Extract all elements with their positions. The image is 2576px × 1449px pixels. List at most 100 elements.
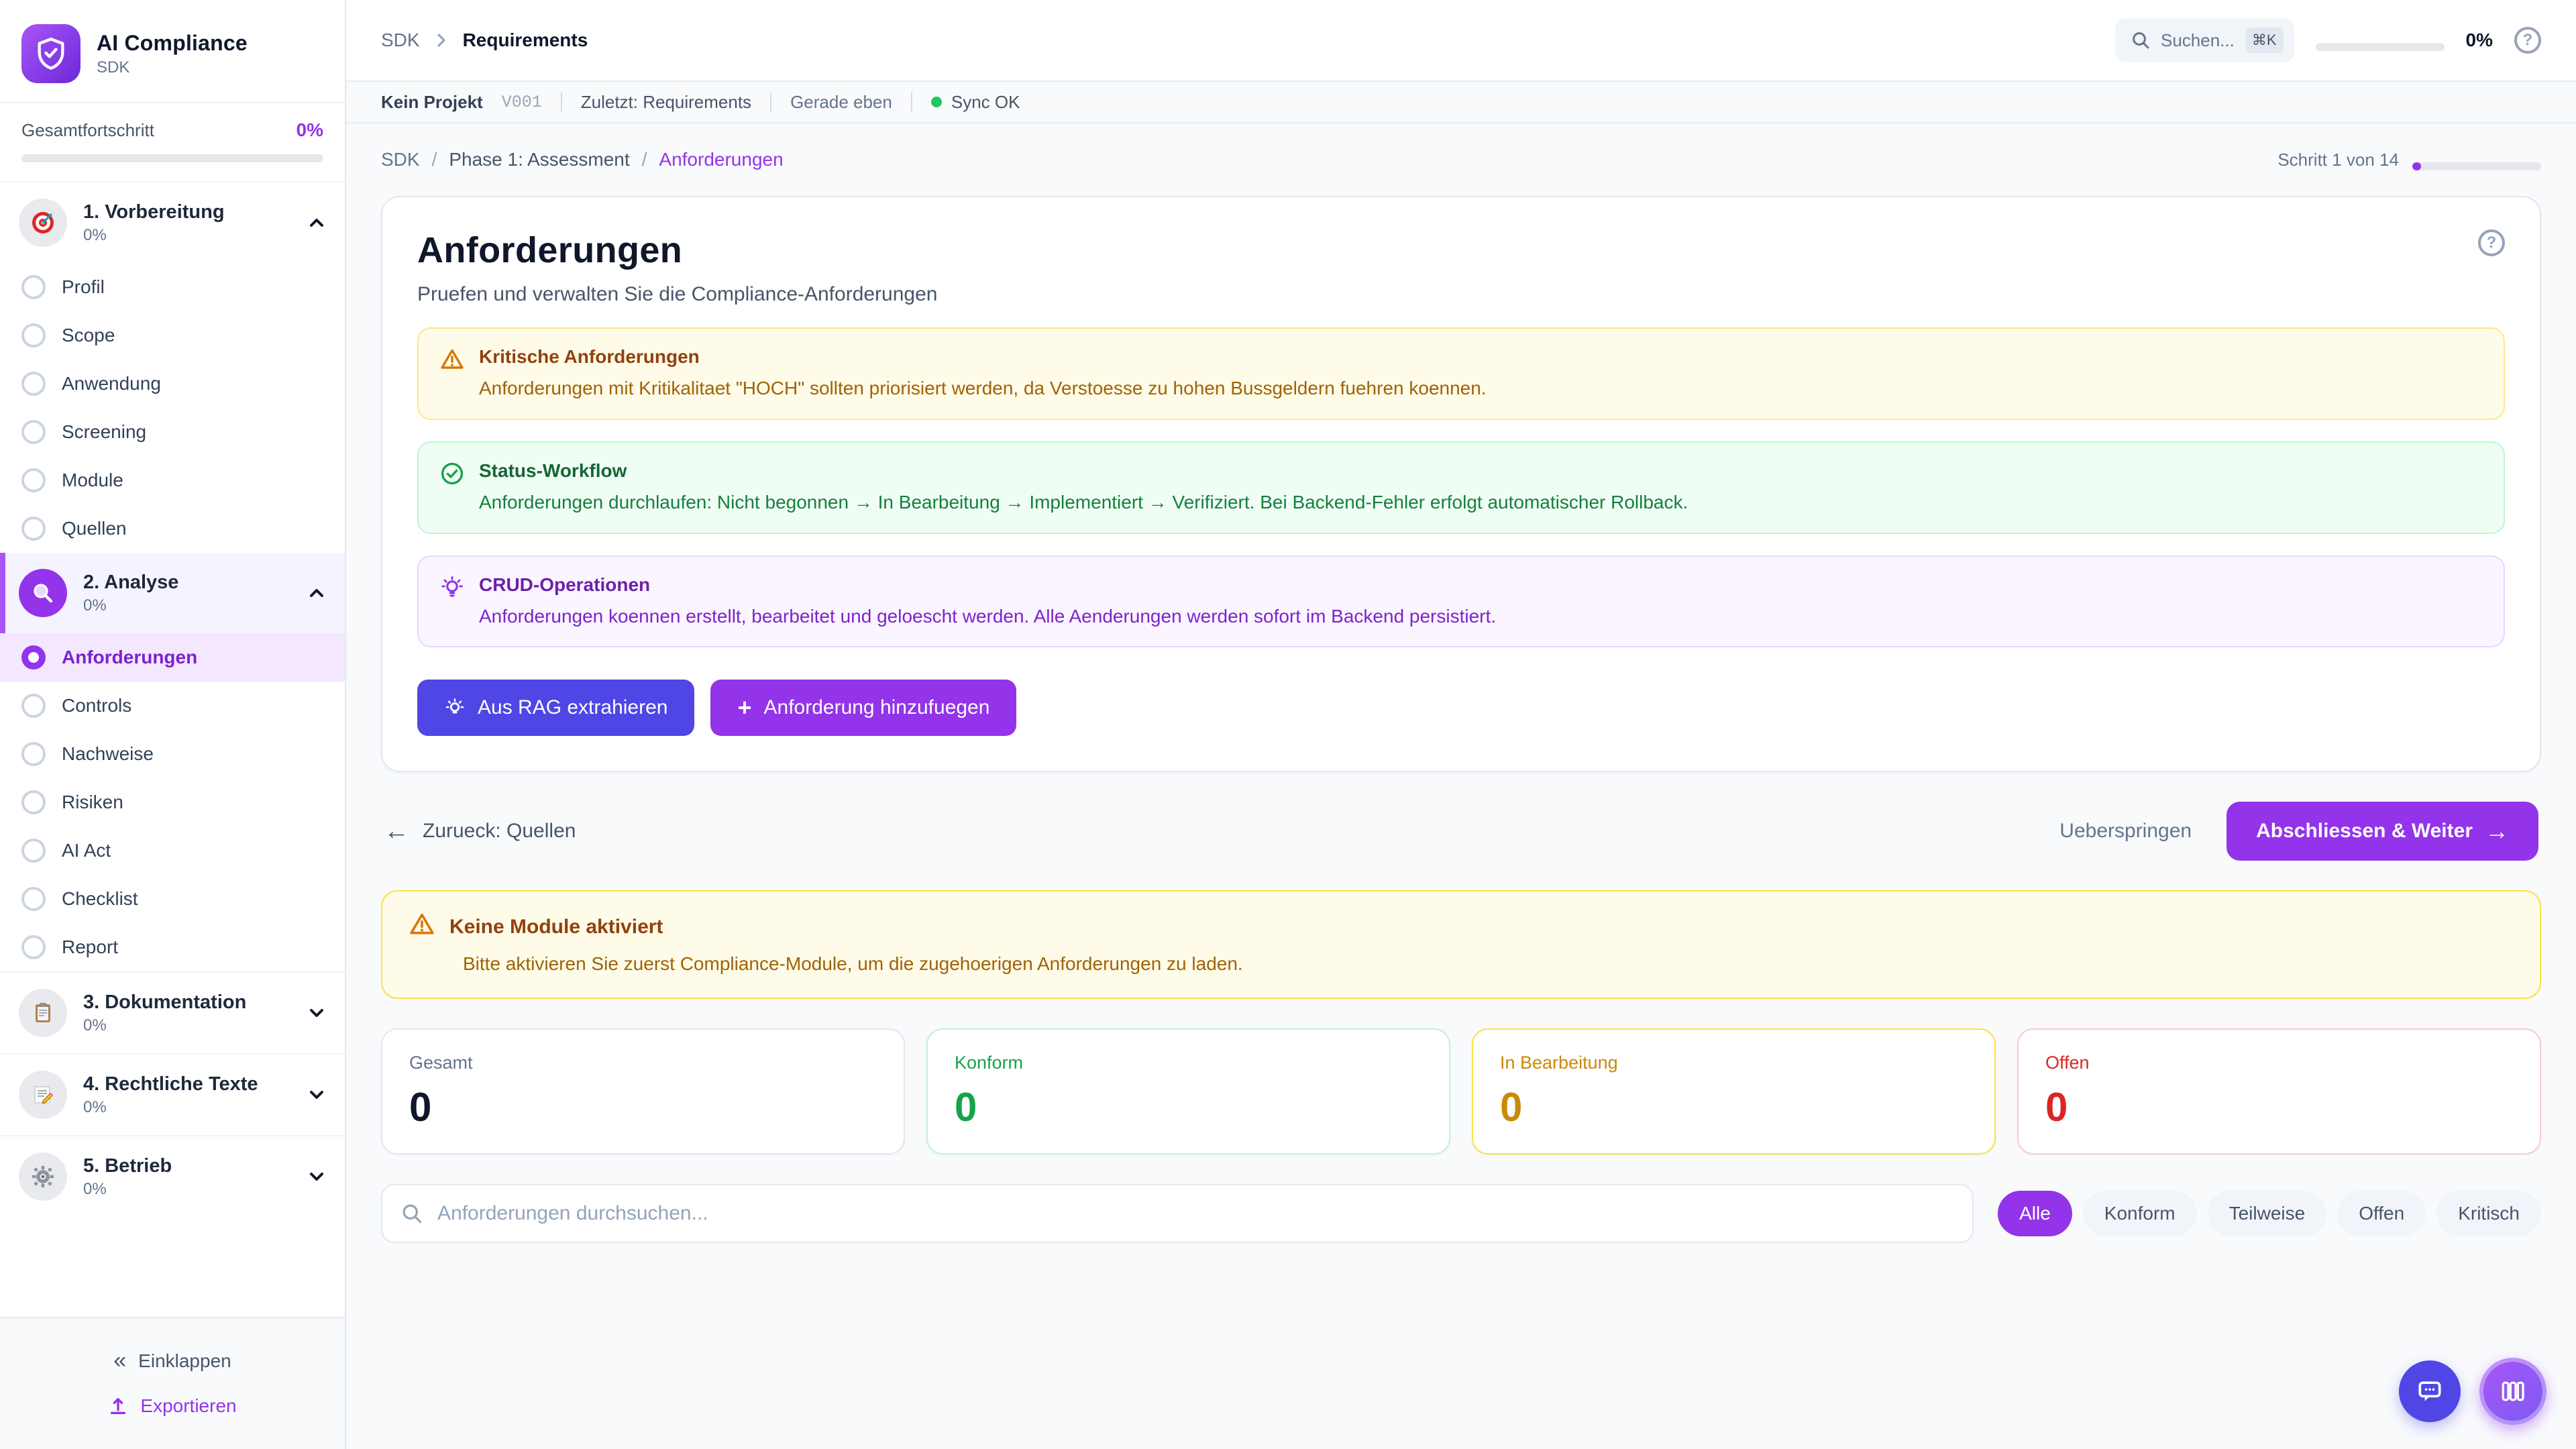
breadcrumb-current: Requirements xyxy=(463,30,588,51)
overall-progress-bar xyxy=(21,154,323,162)
crud-operations-infobox: CRUD-Operationen Anforderungen koennen e… xyxy=(417,555,2505,648)
requirements-search[interactable] xyxy=(381,1184,1974,1243)
shield-check-icon xyxy=(34,36,68,71)
crumb-sdk[interactable]: SDK xyxy=(381,149,420,170)
chevron-right-icon xyxy=(433,32,449,48)
sidebar-item-scope[interactable]: Scope xyxy=(0,311,345,360)
breadcrumb-root[interactable]: SDK xyxy=(381,30,420,51)
sidebar-item-risiken[interactable]: Risiken xyxy=(0,778,345,826)
sidebar-item-module[interactable]: Module xyxy=(0,456,345,504)
stats-grid: Gesamt 0 Konform 0 In Bearbeitung 0 Offe… xyxy=(381,1028,2541,1155)
card-help-icon[interactable]: ? xyxy=(2478,229,2505,256)
sidebar-item-anwendung[interactable]: Anwendung xyxy=(0,360,345,408)
stat-card-konform: Konform 0 xyxy=(926,1028,1450,1155)
chevron-up-icon xyxy=(307,213,326,232)
filter-chip-alle[interactable]: Alle xyxy=(1998,1191,2072,1236)
main-area: SDK Requirements Suchen... ⌘K 0% ? Kein … xyxy=(346,0,2576,1449)
crumb-phase[interactable]: Phase 1: Assessment xyxy=(449,149,629,170)
app-root: AI Compliance SDK Gesamtfortschritt 0% xyxy=(0,0,2576,1449)
status-bar: Kein Projekt V001 Zuletzt: Requirements … xyxy=(346,80,2576,123)
overall-progress-label: Gesamtfortschritt xyxy=(21,120,154,141)
columns-icon xyxy=(2498,1377,2528,1406)
chevron-up-icon xyxy=(307,584,326,602)
page-title: Anforderungen xyxy=(417,229,937,271)
step-progress-bar xyxy=(2412,162,2541,170)
status-workflow-infobox: Status-Workflow Anforderungen durchlaufe… xyxy=(417,441,2505,534)
page-content: Anforderungen Pruefen und verwalten Sie … xyxy=(346,196,2576,1449)
requirements-search-input[interactable] xyxy=(437,1202,1953,1225)
radio-icon xyxy=(21,372,46,396)
radio-icon xyxy=(21,420,46,444)
stat-card-gesamt: Gesamt 0 xyxy=(381,1028,905,1155)
page-bar: SDK / Phase 1: Assessment / Anforderunge… xyxy=(346,123,2576,196)
keyboard-shortcut-badge: ⌘K xyxy=(2245,28,2284,53)
sidebar-section-betrieb[interactable]: 5. Betrieb 0% xyxy=(0,1136,345,1217)
warning-title: Keine Module aktiviert xyxy=(449,916,663,938)
sidebar-item-checklist[interactable]: Checklist xyxy=(0,875,345,923)
stat-value: 0 xyxy=(955,1084,1422,1130)
version-badge: V001 xyxy=(502,93,542,112)
sidebar-item-anforderungen[interactable]: Anforderungen xyxy=(0,633,345,682)
plus-icon: + xyxy=(737,696,751,720)
extract-from-rag-button[interactable]: Aus RAG extrahieren xyxy=(417,680,694,736)
chat-bubble-icon xyxy=(2415,1377,2445,1406)
infobox-title: Kritische Anforderungen xyxy=(479,346,1487,368)
skip-button[interactable]: Ueberspringen xyxy=(2059,820,2192,843)
filter-chip-kritisch[interactable]: Kritisch xyxy=(2436,1191,2541,1236)
export-button[interactable]: Exportieren xyxy=(0,1385,345,1428)
top-bar: SDK Requirements Suchen... ⌘K 0% ? xyxy=(346,0,2576,80)
radio-icon xyxy=(21,323,46,347)
board-view-button[interactable] xyxy=(2479,1358,2546,1425)
critical-requirements-infobox: Kritische Anforderungen Anforderungen mi… xyxy=(417,327,2505,420)
global-search[interactable]: Suchen... ⌘K xyxy=(2115,18,2294,62)
help-icon[interactable]: ? xyxy=(2514,27,2541,54)
filter-chip-offen[interactable]: Offen xyxy=(2337,1191,2426,1236)
infobox-body: Anforderungen koennen erstellt, bearbeit… xyxy=(479,604,1496,629)
sidebar-section-vorbereitung[interactable]: 1. Vorbereitung 0% xyxy=(0,182,345,263)
sidebar-item-screening[interactable]: Screening xyxy=(0,408,345,456)
radio-icon xyxy=(21,694,46,718)
finish-and-next-button[interactable]: Abschliessen & Weiter → xyxy=(2226,802,2538,861)
stat-label: In Bearbeitung xyxy=(1500,1053,1968,1073)
filter-chip-teilweise[interactable]: Teilweise xyxy=(2208,1191,2327,1236)
section-label: 5. Betrieb xyxy=(83,1155,291,1177)
sidebar-item-ai-act[interactable]: AI Act xyxy=(0,826,345,875)
infobox-title: Status-Workflow xyxy=(479,460,1688,482)
warning-triangle-icon xyxy=(440,347,464,401)
sidebar-item-nachweise[interactable]: Nachweise xyxy=(0,730,345,778)
phase-breadcrumb: SDK / Phase 1: Assessment / Anforderunge… xyxy=(381,149,784,170)
filter-chip-konform[interactable]: Konform xyxy=(2083,1191,2197,1236)
radio-selected-icon xyxy=(21,645,46,669)
section-percent: 0% xyxy=(83,1098,291,1117)
chat-assistant-button[interactable] xyxy=(2399,1360,2461,1422)
sync-ok-dot-icon xyxy=(931,97,942,107)
sidebar-item-quellen[interactable]: Quellen xyxy=(0,504,345,553)
sidebar-section-rechtliche-texte[interactable]: 4. Rechtliche Texte 0% xyxy=(0,1055,345,1135)
stat-label: Gesamt xyxy=(409,1053,877,1073)
section-percent: 0% xyxy=(83,226,291,245)
sidebar-item-controls[interactable]: Controls xyxy=(0,682,345,730)
sidebar-item-profil[interactable]: Profil xyxy=(0,263,345,311)
last-visited: Zuletzt: Requirements xyxy=(581,92,751,113)
pencil-icon xyxy=(19,1071,67,1119)
stat-card-in-bearbeitung: In Bearbeitung 0 xyxy=(1472,1028,1996,1155)
sidebar-section-dokumentation[interactable]: 3. Dokumentation 0% xyxy=(0,973,345,1053)
sidebar-section-analyse[interactable]: 2. Analyse 0% xyxy=(0,553,345,633)
overall-progress: Gesamtfortschritt 0% xyxy=(0,102,345,181)
sidebar-item-report[interactable]: Report xyxy=(0,923,345,971)
back-to-sources-button[interactable]: ← Zurueck: Quellen xyxy=(384,817,576,846)
section-label: 2. Analyse xyxy=(83,572,291,594)
sidebar-footer: « Einklappen Exportieren xyxy=(0,1317,345,1449)
radio-icon xyxy=(21,517,46,541)
search-placeholder: Suchen... xyxy=(2161,30,2235,51)
section-label: 4. Rechtliche Texte xyxy=(83,1073,291,1095)
add-requirement-button[interactable]: + Anforderung hinzufuegen xyxy=(710,680,1016,736)
clipboard-icon xyxy=(19,989,67,1037)
section-percent: 0% xyxy=(83,596,291,615)
radio-icon xyxy=(21,935,46,959)
section-percent: 0% xyxy=(83,1180,291,1199)
stat-value: 0 xyxy=(409,1084,877,1130)
radio-icon xyxy=(21,742,46,766)
stat-label: Offen xyxy=(2045,1053,2513,1073)
collapse-sidebar-button[interactable]: « Einklappen xyxy=(0,1337,345,1385)
